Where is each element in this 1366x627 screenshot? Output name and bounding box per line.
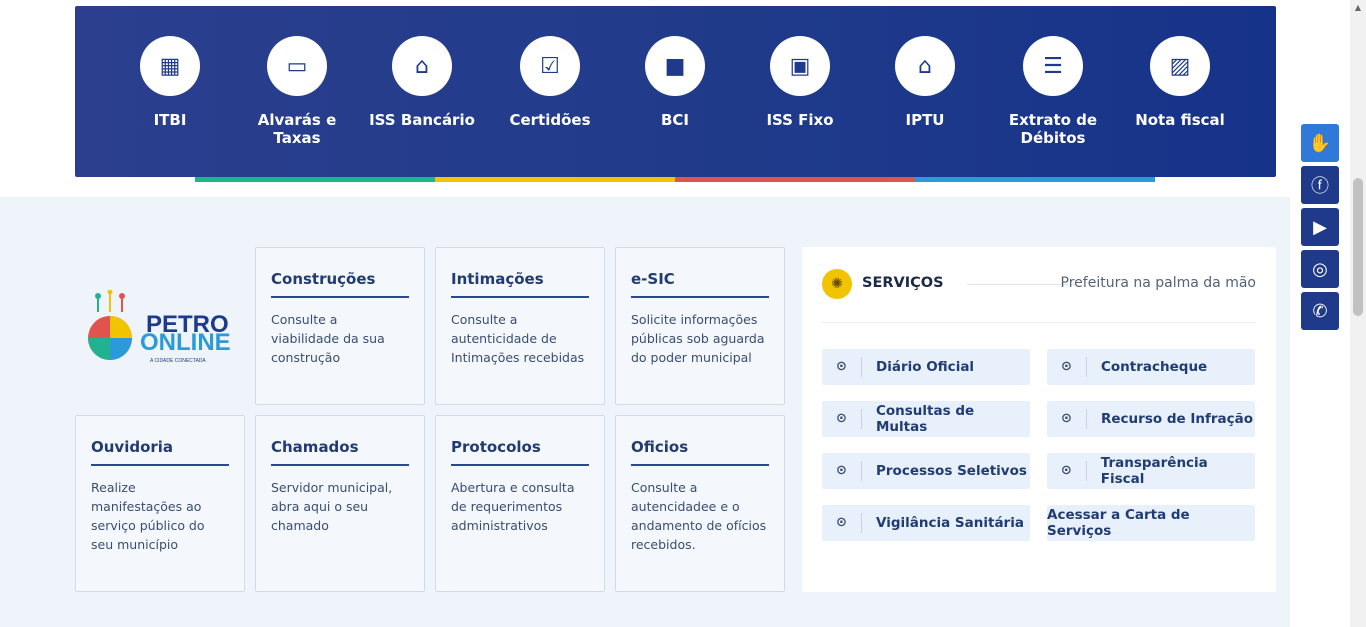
card-construcoes[interactable]: Construções Consulte a viabilidade da su… — [255, 247, 425, 405]
quick-link-bci[interactable]: ■ BCI — [620, 36, 730, 129]
quick-link-label: Nota fiscal — [1135, 111, 1225, 129]
quick-link-itbi[interactable]: ▦ ITBI — [115, 36, 225, 129]
quick-link-iptu[interactable]: ⌂ IPTU — [870, 36, 980, 129]
card-ouvidoria[interactable]: Ouvidoria Realize manifestações ao servi… — [75, 415, 245, 592]
card-icon: ■ — [645, 36, 705, 96]
money-icon: ▭ — [267, 36, 327, 96]
services-separator — [822, 322, 1256, 323]
check-circle-icon: ⊙ — [1047, 461, 1087, 481]
logo-line2: ONLINE — [140, 329, 231, 356]
quick-link-label: Extrato de Débitos — [1008, 111, 1098, 147]
service-contracheque[interactable]: ⊙ Contracheque — [1047, 349, 1255, 385]
logo-icon: PETRO ONLINE A CIDADE CONECTADA — [88, 289, 231, 364]
card-esic[interactable]: e-SIC Solicite informações públicas sob … — [615, 247, 785, 405]
service-label: Processos Seletivos — [876, 463, 1027, 479]
quick-link-label: ISS Fixo — [766, 111, 834, 129]
service-vigilancia-sanitaria[interactable]: ⊙ Vigilância Sanitária — [822, 505, 1030, 541]
facebook-icon[interactable]: ⓕ — [1301, 166, 1339, 204]
card-title: Oficios — [631, 438, 769, 466]
quick-link-label: Alvarás e Taxas — [257, 111, 337, 147]
card-title: Ouvidoria — [91, 438, 229, 466]
card-desc: Solicite informações públicas sob aguard… — [631, 312, 765, 365]
service-label: Transparência Fiscal — [1100, 455, 1208, 487]
service-diario-oficial[interactable]: ⊙ Diário Oficial — [822, 349, 1030, 385]
color-stripe — [915, 177, 1155, 182]
receipt-icon: ☰ — [1023, 36, 1083, 96]
service-label: Recurso de Infração — [1101, 411, 1254, 427]
card-chamados[interactable]: Chamados Servidor municipal, abra aqui o… — [255, 415, 425, 592]
color-stripe — [195, 177, 435, 182]
quick-link-iss-bancario[interactable]: ⌂ ISS Bancário — [367, 36, 477, 129]
instagram-icon[interactable]: ◎ — [1301, 250, 1339, 288]
service-label: Consultas de Multas — [875, 403, 975, 435]
card-desc: Consulte a autenticidade de Intimações r… — [451, 312, 585, 365]
house-icon: ⌂ — [895, 36, 955, 96]
check-circle-icon: ⊙ — [1047, 409, 1087, 429]
service-label: Contracheque — [1101, 359, 1208, 375]
card-title: Construções — [271, 270, 409, 298]
card-desc: Abertura e consulta de requerimentos adm… — [451, 480, 575, 533]
card-desc: Realize manifestações ao serviço público… — [91, 480, 205, 552]
check-circle-icon: ⊙ — [822, 409, 862, 429]
card-intimacoes[interactable]: Intimações Consulte a autenticidade de I… — [435, 247, 605, 405]
quick-link-label: IPTU — [905, 111, 945, 129]
card-title: Intimações — [451, 270, 589, 298]
bank-icon: ⌂ — [392, 36, 452, 96]
check-circle-icon: ⊙ — [822, 357, 862, 377]
service-label: Vigilância Sanitária — [876, 515, 1024, 531]
card-protocolos[interactable]: Protocolos Abertura e consulta de requer… — [435, 415, 605, 592]
document-icon: ▣ — [770, 36, 830, 96]
logo-tagline: A CIDADE CONECTADA — [150, 358, 206, 364]
check-circle-icon: ⊙ — [1047, 357, 1087, 377]
services-subtitle: Prefeitura na palma da mão — [1060, 275, 1256, 291]
quick-access-band: ▦ ITBI ▭ Alvarás e Taxas ⌂ ISS Bancário … — [75, 6, 1276, 182]
service-recurso-infracao[interactable]: ⊙ Recurso de Infração — [1047, 401, 1255, 437]
carta-servicos-button[interactable]: Acessar a Carta de Serviços — [1047, 505, 1255, 541]
card-desc: Consulte a autencidadee e o andamento de… — [631, 480, 767, 552]
services-panel: ✺ SERVIÇOS Prefeitura na palma da mão ⊙ … — [802, 247, 1276, 592]
building-icon: ▦ — [140, 36, 200, 96]
whatsapp-icon[interactable]: ✆ — [1301, 292, 1339, 330]
quick-link-alvaras[interactable]: ▭ Alvarás e Taxas — [242, 36, 352, 147]
quick-link-label: ISS Bancário — [369, 111, 475, 129]
scrollbar-thumb[interactable] — [1353, 178, 1363, 316]
card-oficios[interactable]: Oficios Consulte a autencidadee e o anda… — [615, 415, 785, 592]
scroll-up-icon[interactable]: ▲ — [1353, 4, 1363, 12]
quick-link-certidoes[interactable]: ☑ Certidões — [495, 36, 605, 129]
card-desc: Servidor municipal, abra aqui o seu cham… — [271, 480, 393, 533]
clipboard-icon: ☑ — [520, 36, 580, 96]
quick-link-nota-fiscal[interactable]: ▨ Nota fiscal — [1125, 36, 1235, 129]
service-processos-seletivos[interactable]: ⊙ Processos Seletivos — [822, 453, 1030, 489]
petro-online-logo[interactable]: PETRO ONLINE A CIDADE CONECTADA — [88, 289, 238, 370]
check-circle-icon: ⊙ — [822, 513, 862, 533]
card-title: Protocolos — [451, 438, 589, 466]
color-stripe — [675, 177, 915, 182]
service-label: Diário Oficial — [876, 359, 975, 375]
quick-link-label: Certidões — [509, 111, 591, 129]
card-desc: Consulte a viabilidade da sua construção — [271, 312, 385, 365]
card-title: Chamados — [271, 438, 409, 466]
services-badge-icon: ✺ — [822, 269, 852, 299]
quick-link-label: BCI — [660, 111, 690, 129]
accessibility-hands-icon[interactable]: ✋ — [1301, 124, 1339, 162]
color-stripe — [435, 177, 675, 182]
services-header: ✺ SERVIÇOS Prefeitura na palma da mão — [822, 269, 1256, 299]
quick-link-label: ITBI — [153, 111, 187, 129]
invoice-icon: ▨ — [1150, 36, 1210, 96]
quick-link-iss-fixo[interactable]: ▣ ISS Fixo — [745, 36, 855, 129]
services-title: SERVIÇOS — [862, 275, 944, 291]
service-consultas-multas[interactable]: ⊙ Consultas de Multas — [822, 401, 1030, 437]
check-circle-icon: ⊙ — [822, 461, 862, 481]
quick-link-extrato[interactable]: ☰ Extrato de Débitos — [998, 36, 1108, 147]
youtube-icon[interactable]: ▶ — [1301, 208, 1339, 246]
card-title: e-SIC — [631, 270, 769, 298]
service-transparencia-fiscal[interactable]: ⊙ Transparência Fiscal — [1047, 453, 1255, 489]
